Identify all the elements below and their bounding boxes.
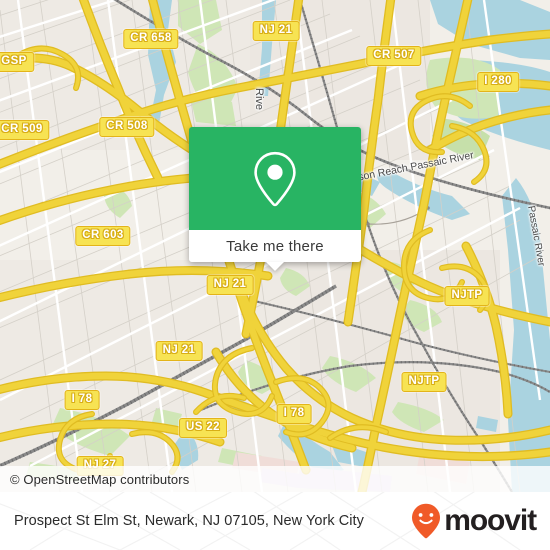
road-shield-cr-508: CR 508 [99, 117, 155, 137]
card-action-area[interactable]: Take me there [189, 230, 361, 271]
road-shield-i-78-b: I 78 [276, 404, 312, 424]
road-shield-cr-507: CR 507 [366, 46, 422, 66]
road-shield-nj-21-a: NJ 21 [252, 21, 300, 41]
road-shield-nj-21-c: NJ 21 [155, 341, 203, 361]
card-pin-area [189, 127, 361, 230]
road-shield-cr-603: CR 603 [75, 226, 131, 246]
road-shield-gsp: GSP [0, 52, 34, 72]
card-pointer [266, 262, 284, 271]
road-shield-nj-21-b: NJ 21 [206, 275, 254, 295]
moovit-wordmark: moovit [444, 504, 537, 537]
screenshot-root: .land { fill:#f2efe9; } .water { fill:#a… [0, 0, 550, 550]
map-pin-icon [254, 151, 296, 206]
road-shield-i-280: I 280 [477, 72, 519, 92]
road-shield-cr-509: CR 509 [0, 120, 50, 140]
road-shield-i-78-a: I 78 [64, 390, 100, 410]
card-action-label: Take me there [226, 237, 324, 255]
attribution-text: © OpenStreetMap contributors [10, 471, 190, 487]
road-shield-njtp-a: NJTP [444, 286, 490, 306]
location-address: Prospect St Elm St, Newark, NJ 07105, Ne… [14, 512, 364, 529]
footer-bar: Prospect St Elm St, Newark, NJ 07105, Ne… [0, 492, 550, 550]
road-shield-njtp-b: NJTP [401, 372, 447, 392]
moovit-logo[interactable]: moovit [411, 503, 537, 539]
moovit-smiley-pin-icon [412, 503, 441, 539]
map-attribution[interactable]: © OpenStreetMap contributors [0, 466, 550, 492]
road-shield-us-22: US 22 [179, 418, 227, 438]
take-me-there-card[interactable]: Take me there [189, 127, 361, 271]
map-label-rive: Rive [253, 88, 265, 111]
road-shield-cr-658: CR 658 [123, 29, 179, 49]
